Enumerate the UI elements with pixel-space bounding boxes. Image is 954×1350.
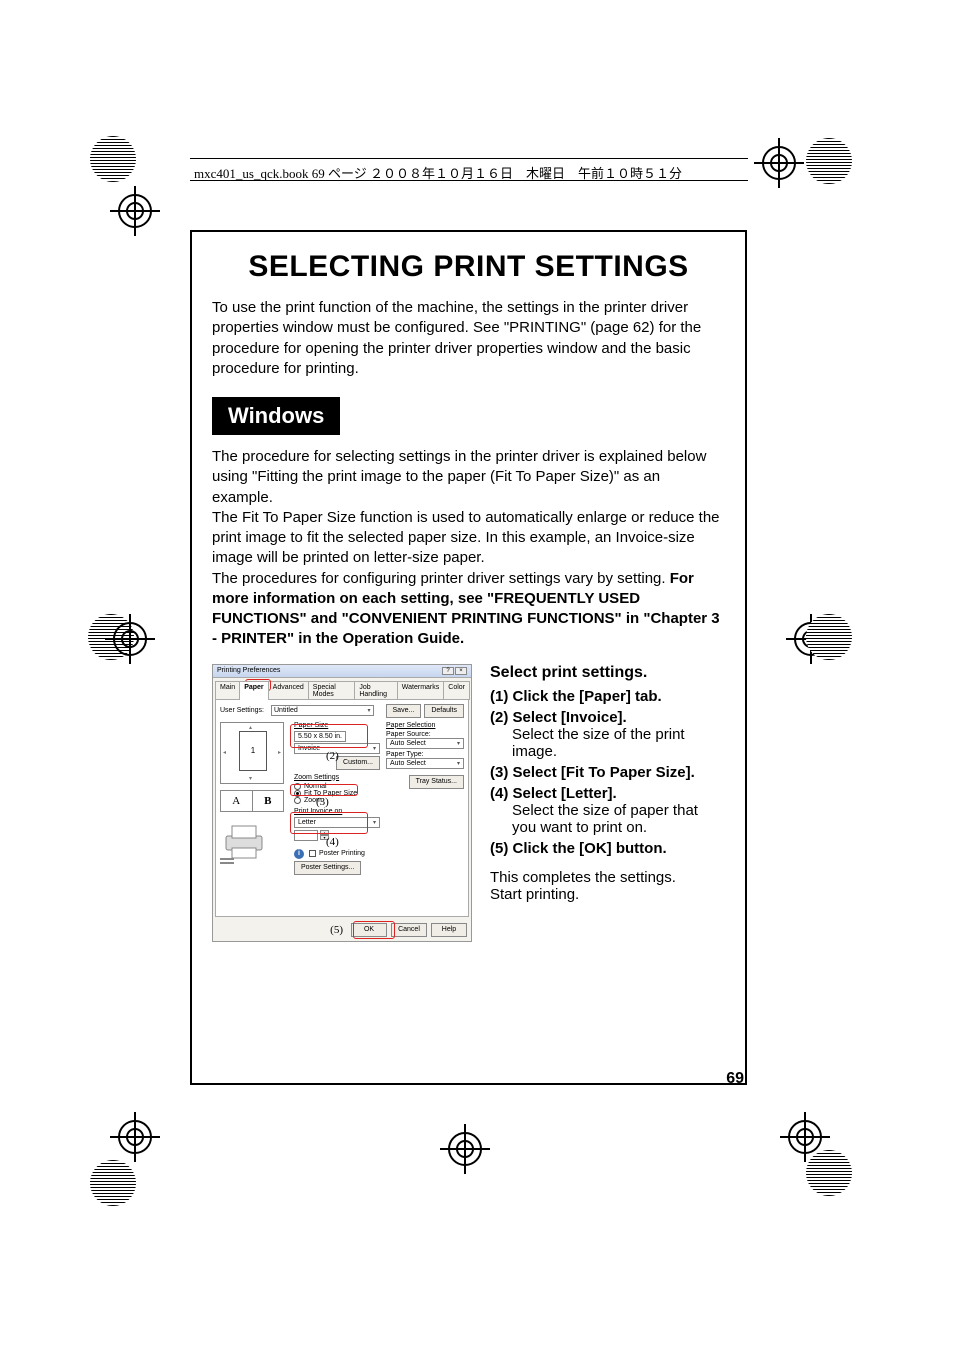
reg-mark — [440, 1124, 490, 1174]
ab-b: B — [253, 791, 284, 811]
ab-a: A — [221, 791, 253, 811]
tab-main[interactable]: Main — [215, 681, 240, 700]
scale-box[interactable] — [294, 830, 318, 841]
paper-type-select[interactable]: Auto Select▾ — [386, 758, 464, 769]
steps-heading: Select print settings. — [490, 664, 725, 682]
paper-type-label: Paper Type: — [386, 751, 464, 758]
steps-column: Select print settings. (1) Click the [Pa… — [490, 664, 725, 942]
ok-button[interactable]: OK — [351, 923, 387, 937]
zoom-normal-radio[interactable]: Normal — [294, 783, 380, 790]
body-paragraph: The procedures for configuring printer d… — [212, 569, 725, 650]
paper-size-dim: 5.50 x 8.50 in. — [294, 731, 346, 742]
zoom-zoom-radio[interactable]: Zoom — [294, 797, 380, 804]
user-settings-select[interactable]: Untitled▾ — [271, 705, 374, 716]
steps-after-1: This completes the settings. — [490, 869, 725, 886]
tab-panel-paper: User Settings: Untitled▾ Save... Default… — [215, 699, 469, 917]
reg-mark — [110, 1112, 160, 1162]
step-5: (5) Click the [OK] button. — [490, 840, 667, 857]
tab-paper[interactable]: Paper — [239, 681, 268, 700]
body-text: The procedures for configuring printer d… — [212, 570, 670, 587]
print-on-select[interactable]: Letter▾ — [294, 817, 380, 828]
page-title: SELECTING PRINT SETTINGS — [212, 250, 725, 284]
page-number: 69 — [726, 1070, 744, 1088]
paper-size-label: Paper Size — [294, 722, 380, 729]
preview-page: 1 — [239, 731, 267, 771]
reg-hatched-circle — [806, 1150, 852, 1196]
cancel-button[interactable]: Cancel — [391, 923, 427, 937]
paper-selection-label: Paper Selection — [386, 722, 464, 729]
tab-job-handling[interactable]: Job Handling — [354, 681, 397, 700]
poster-settings-button[interactable]: Poster Settings... — [294, 861, 361, 875]
custom-size-button[interactable]: Custom... — [336, 756, 380, 770]
dialog-titlebar: Printing Preferences ?× — [213, 665, 471, 678]
dialog-footer: (5) OK Cancel Help — [213, 919, 471, 941]
reg-hatched-circle — [90, 136, 136, 182]
printing-preferences-dialog: Printing Preferences ?× Main Paper Advan… — [212, 664, 472, 942]
step-2-sub: Select the size of the print image. — [512, 726, 725, 760]
help-button[interactable]: Help — [431, 923, 467, 937]
info-icon: i — [294, 849, 304, 859]
paper-source-label: Paper Source: — [386, 731, 464, 738]
reg-hatched-circle — [806, 614, 852, 660]
reg-mark — [110, 186, 160, 236]
paper-source-select[interactable]: Auto Select▾ — [386, 738, 464, 749]
print-on-label: Print Invoice on — [294, 808, 380, 815]
close-icon[interactable]: × — [455, 667, 467, 675]
step-2: (2) Select [Invoice]. — [490, 709, 627, 726]
window-buttons: ?× — [441, 667, 467, 675]
callout-label-4: (4) — [326, 836, 339, 848]
help-icon[interactable]: ? — [442, 667, 454, 675]
poster-printing-checkbox[interactable]: i Poster Printing — [294, 849, 380, 859]
tab-watermarks[interactable]: Watermarks — [397, 681, 444, 700]
reg-mark — [754, 138, 804, 188]
callout-label-5: (5) — [330, 924, 343, 936]
defaults-button[interactable]: Defaults — [424, 704, 464, 718]
user-settings-label: User Settings: — [220, 707, 268, 714]
header-rule — [190, 158, 748, 159]
reg-hatched-circle — [90, 1160, 136, 1206]
callout-label-3: (3) — [316, 796, 329, 808]
content-frame: SELECTING PRINT SETTINGS To use the prin… — [190, 230, 747, 1085]
tray-status-button[interactable]: Tray Status... — [409, 775, 464, 789]
save-button[interactable]: Save... — [386, 704, 422, 718]
step-3: (3) Select [Fit To Paper Size]. — [490, 764, 695, 781]
header-rule — [190, 180, 748, 181]
ab-box: A B — [220, 790, 284, 812]
tab-color[interactable]: Color — [443, 681, 470, 700]
tab-advanced[interactable]: Advanced — [268, 681, 309, 700]
dialog-title: Printing Preferences — [217, 667, 280, 674]
step-4: (4) Select [Letter]. — [490, 785, 617, 802]
zoom-fit-radio[interactable]: Fit To Paper Size — [294, 790, 380, 797]
step-4-sub: Select the size of paper that you want t… — [512, 802, 725, 836]
body-paragraph: The procedure for selecting settings in … — [212, 447, 725, 508]
step-1: (1) Click the [Paper] tab. — [490, 688, 662, 705]
zoom-settings-label: Zoom Settings — [294, 774, 380, 781]
printer-icon — [220, 818, 288, 871]
reg-hatched-circle — [806, 138, 852, 184]
section-heading-windows: Windows — [212, 397, 340, 435]
intro-paragraph: To use the print function of the machine… — [212, 298, 725, 379]
dialog-tabs: Main Paper Advanced Special Modes Job Ha… — [213, 678, 471, 699]
reg-mark — [105, 614, 155, 664]
tab-special-modes[interactable]: Special Modes — [308, 681, 356, 700]
preview-box: ▴ ▾ ◂ ▸ 1 — [220, 722, 284, 784]
steps-after-2: Start printing. — [490, 886, 725, 903]
body-paragraph: The Fit To Paper Size function is used t… — [212, 508, 725, 569]
callout-label-2: (2) — [326, 750, 339, 762]
